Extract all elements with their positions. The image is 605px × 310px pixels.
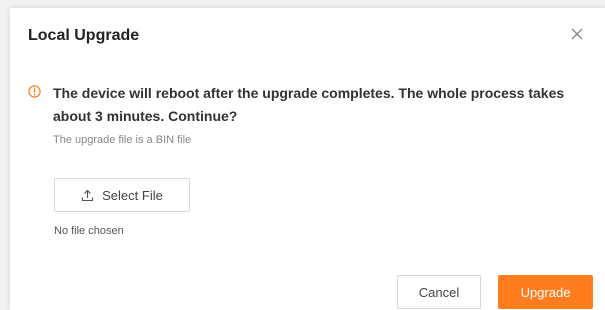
dialog-title: Local Upgrade: [28, 27, 140, 44]
upload-icon: [82, 189, 94, 201]
upgrade-button[interactable]: Upgrade: [498, 275, 593, 309]
file-status-text: No file chosen: [54, 225, 124, 237]
upgrade-warning-message: The device will reboot after the upgrade…: [53, 85, 565, 124]
local-upgrade-dialog: Local Upgrade The device will reboot aft…: [10, 8, 605, 310]
cancel-button[interactable]: Cancel: [397, 275, 481, 309]
select-file-button[interactable]: Select File: [54, 178, 190, 212]
select-file-label: Select File: [102, 187, 163, 203]
close-icon: [571, 28, 583, 40]
warning-circle-icon: [28, 85, 41, 98]
file-type-hint: The upgrade file is a BIN file: [53, 134, 192, 146]
close-button[interactable]: [568, 25, 586, 43]
